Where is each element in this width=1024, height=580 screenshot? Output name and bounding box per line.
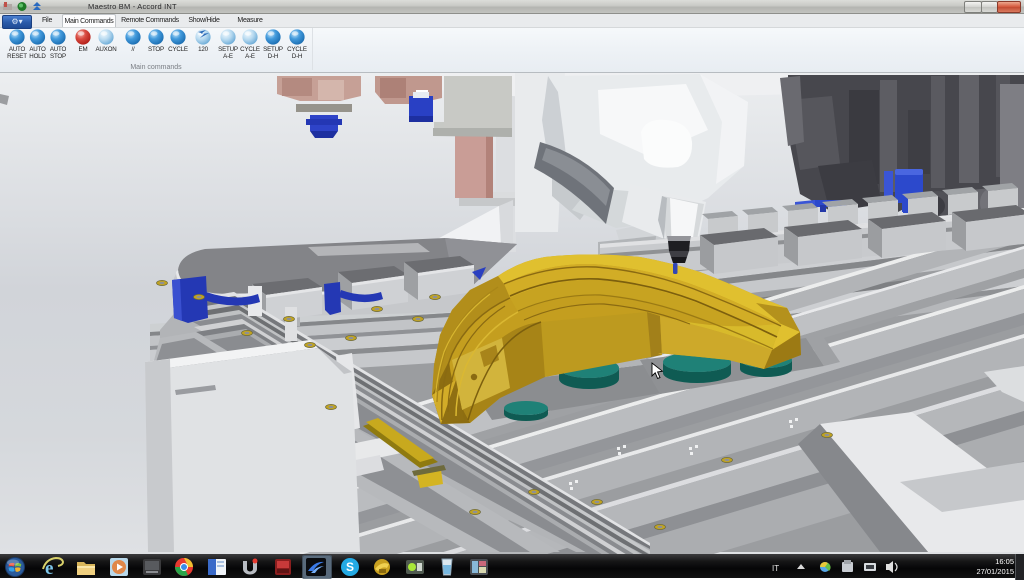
svg-text:IT: IT <box>772 564 779 573</box>
svg-text:S: S <box>346 560 354 574</box>
